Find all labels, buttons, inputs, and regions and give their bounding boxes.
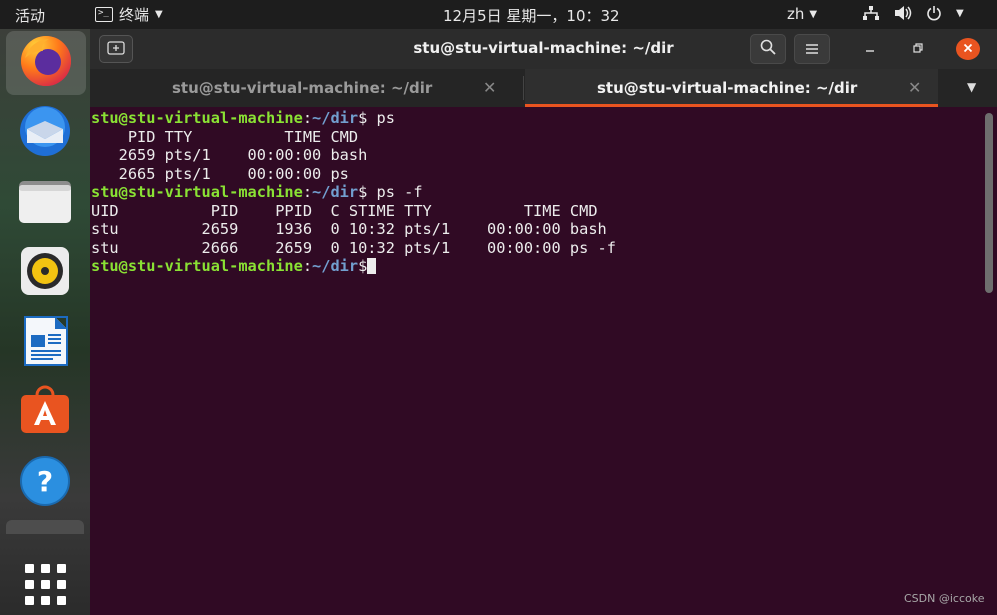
power-icon xyxy=(926,5,942,21)
chevron-down-icon: ▼ xyxy=(956,7,964,19)
tab-label: stu@stu-virtual-machine: ~/dir xyxy=(172,79,433,97)
dock-item-thunderbird[interactable] xyxy=(17,105,73,161)
tab-label: stu@stu-virtual-machine: ~/dir xyxy=(597,79,858,97)
dock-item-files[interactable] xyxy=(17,175,73,231)
restore-icon xyxy=(913,42,923,57)
prompt-line: stu@stu-virtual-machine:~/dir$ ps xyxy=(91,109,395,127)
tab-list-dropdown-icon[interactable]: ▼ xyxy=(967,80,976,94)
header-bar: stu@stu-virtual-machine: ~/dir xyxy=(90,29,997,69)
network-icon xyxy=(862,5,880,21)
dock-running-item[interactable] xyxy=(6,520,84,534)
tab-2[interactable]: stu@stu-virtual-machine: ~/dir ✕ xyxy=(525,69,938,107)
firefox-icon xyxy=(17,32,75,94)
system-menu[interactable]: ▼ xyxy=(862,5,964,21)
menu-button[interactable] xyxy=(794,34,830,64)
output-header: PID TTY TIME CMD xyxy=(91,127,359,146)
top-bar: 活动 >_ 终端 ▼ 12月5日 星期一，10：32 zh ▼ ▼ xyxy=(0,0,997,29)
minimize-button[interactable] xyxy=(858,38,882,60)
tab-close-icon[interactable]: ✕ xyxy=(908,78,921,97)
tab-divider xyxy=(523,76,524,100)
terminal-window: stu@stu-virtual-machine: ~/dir stu@stu-v… xyxy=(90,29,997,615)
new-tab-button[interactable] xyxy=(99,35,133,63)
libreoffice-writer-icon xyxy=(17,313,73,373)
scrollbar[interactable] xyxy=(985,113,993,293)
close-button[interactable] xyxy=(956,38,980,60)
dock-item-rhythmbox[interactable] xyxy=(17,245,73,301)
language-indicator[interactable]: zh ▼ xyxy=(787,5,817,23)
ubuntu-software-icon xyxy=(17,383,73,443)
command-text: ps -f xyxy=(376,183,423,201)
volume-icon xyxy=(894,5,912,21)
help-icon: ? xyxy=(17,453,73,513)
chevron-down-icon: ▼ xyxy=(155,9,163,20)
tab-1[interactable]: stu@stu-virtual-machine: ~/dir ✕ xyxy=(90,69,522,107)
command-text: ps xyxy=(376,109,395,127)
close-icon xyxy=(963,41,973,57)
dock-item-writer[interactable] xyxy=(17,315,73,371)
clock[interactable]: 12月5日 星期一，10：32 xyxy=(443,5,620,26)
tab-bar: stu@stu-virtual-machine: ~/dir ✕ stu@stu… xyxy=(90,69,997,107)
dock-item-firefox[interactable] xyxy=(6,31,86,95)
prompt-line: stu@stu-virtual-machine:~/dir$ xyxy=(91,257,985,276)
activities-button[interactable]: 活动 xyxy=(15,5,45,26)
thunderbird-icon xyxy=(17,103,73,163)
output-row: 2659 pts/1 00:00:00 bash xyxy=(91,146,368,164)
language-label: zh xyxy=(787,5,805,23)
text-cursor xyxy=(367,258,377,274)
tab-close-icon[interactable]: ✕ xyxy=(483,78,496,97)
output-row: stu 2666 2659 0 10:32 pts/1 00:00:00 ps … xyxy=(91,238,616,257)
app-menu[interactable]: >_ 终端 ▼ xyxy=(95,4,163,25)
output-row: stu 2659 1936 0 10:32 pts/1 00:00:00 bas… xyxy=(91,220,607,238)
rhythmbox-icon xyxy=(17,243,73,303)
dock-item-software[interactable] xyxy=(17,385,73,441)
show-applications-icon[interactable] xyxy=(25,564,66,605)
hamburger-menu-icon xyxy=(805,40,819,59)
search-icon xyxy=(760,39,776,59)
terminal-small-icon: >_ xyxy=(95,7,113,22)
terminal-output[interactable]: stu@stu-virtual-machine:~/dir$ ps PID TT… xyxy=(90,107,985,615)
svg-text:?: ? xyxy=(37,465,53,498)
output-header: UID PID PPID C STIME TTY TIME CMD xyxy=(91,201,598,220)
app-menu-label: 终端 xyxy=(119,6,150,24)
chevron-down-icon: ▼ xyxy=(809,8,818,20)
output-row: 2665 pts/1 00:00:00 ps xyxy=(91,164,349,183)
new-tab-icon xyxy=(107,40,125,59)
dock-item-help[interactable]: ? xyxy=(17,455,73,511)
prompt-line: stu@stu-virtual-machine:~/dir$ ps -f xyxy=(91,183,423,201)
dock: ? xyxy=(0,29,90,615)
watermark: CSDN @iccoke xyxy=(904,592,985,605)
files-icon xyxy=(17,173,73,233)
search-button[interactable] xyxy=(750,34,786,64)
restore-button[interactable] xyxy=(906,38,930,60)
minimize-icon xyxy=(865,42,875,57)
